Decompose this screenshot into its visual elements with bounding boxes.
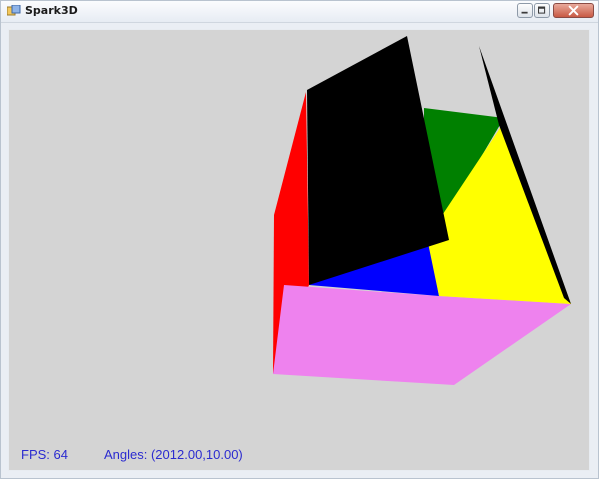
angles-label: Angles: (2012.00,10.00) (104, 447, 243, 462)
app-icon[interactable] (7, 5, 21, 17)
maximize-button[interactable] (534, 3, 550, 18)
render-area[interactable]: FPS: 64 Angles: (2012.00,10.00) (8, 29, 590, 471)
main-window: Spark3D FPS: 64 Angles: (2012.00,10.00) (0, 0, 599, 479)
close-icon (568, 5, 579, 16)
close-button[interactable] (553, 3, 594, 18)
window-title: Spark3D (25, 4, 78, 17)
cube-viewport[interactable] (9, 30, 589, 470)
minimize-button[interactable] (517, 3, 533, 18)
title-bar[interactable]: Spark3D (1, 1, 598, 23)
minimize-icon (521, 11, 528, 14)
fps-label: FPS: 64 (21, 447, 68, 462)
maximize-icon (538, 6, 546, 14)
